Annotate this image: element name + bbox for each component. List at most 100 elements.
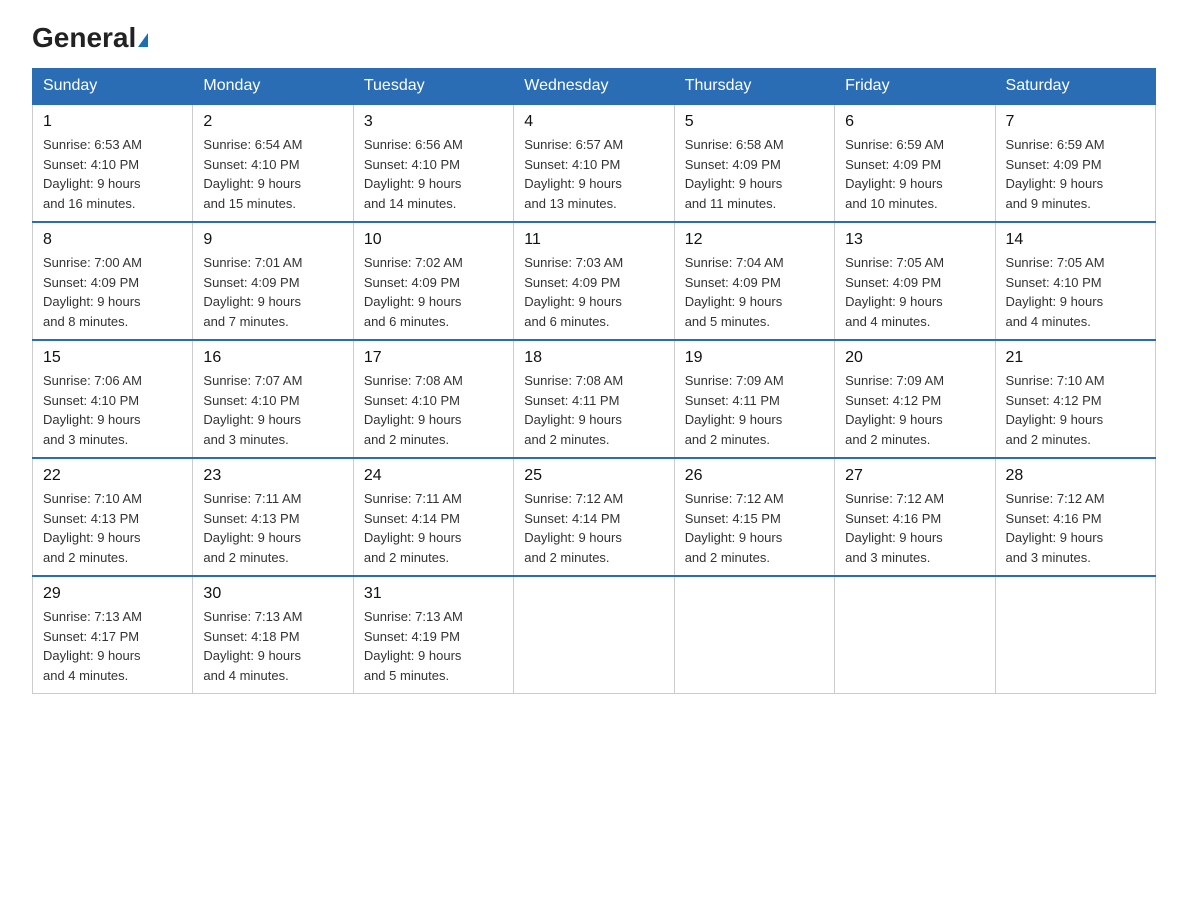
calendar-day-cell: 24 Sunrise: 7:11 AMSunset: 4:14 PMDayligh… [353, 458, 513, 576]
day-info: Sunrise: 7:08 AMSunset: 4:10 PMDaylight:… [364, 371, 503, 449]
day-number: 18 [524, 349, 663, 367]
calendar-day-cell [835, 576, 995, 694]
calendar-day-cell: 18 Sunrise: 7:08 AMSunset: 4:11 PMDayligh… [514, 340, 674, 458]
logo-triangle-icon [138, 33, 148, 47]
day-info: Sunrise: 7:08 AMSunset: 4:11 PMDaylight:… [524, 371, 663, 449]
day-number: 15 [43, 349, 182, 367]
calendar-day-cell: 13 Sunrise: 7:05 AMSunset: 4:09 PMDayligh… [835, 222, 995, 340]
day-number: 23 [203, 467, 342, 485]
day-number: 27 [845, 467, 984, 485]
calendar-day-cell: 30 Sunrise: 7:13 AMSunset: 4:18 PMDayligh… [193, 576, 353, 694]
day-number: 3 [364, 113, 503, 131]
weekday-header-row: SundayMondayTuesdayWednesdayThursdayFrid… [33, 69, 1156, 105]
day-number: 8 [43, 231, 182, 249]
calendar-day-cell [514, 576, 674, 694]
day-info: Sunrise: 7:12 AMSunset: 4:15 PMDaylight:… [685, 489, 824, 567]
day-info: Sunrise: 7:12 AMSunset: 4:14 PMDaylight:… [524, 489, 663, 567]
day-number: 10 [364, 231, 503, 249]
day-number: 31 [364, 585, 503, 603]
calendar-day-cell: 9 Sunrise: 7:01 AMSunset: 4:09 PMDaylight… [193, 222, 353, 340]
day-number: 11 [524, 231, 663, 249]
day-number: 22 [43, 467, 182, 485]
day-number: 9 [203, 231, 342, 249]
calendar-day-cell: 5Sunrise: 6:58 AMSunset: 4:09 PMDaylight… [674, 104, 834, 222]
day-number: 5 [685, 113, 824, 131]
calendar-day-cell: 27 Sunrise: 7:12 AMSunset: 4:16 PMDayligh… [835, 458, 995, 576]
calendar-week-row: 29 Sunrise: 7:13 AMSunset: 4:17 PMDayligh… [33, 576, 1156, 694]
calendar-day-cell: 29 Sunrise: 7:13 AMSunset: 4:17 PMDayligh… [33, 576, 193, 694]
day-info: Sunrise: 7:12 AMSunset: 4:16 PMDaylight:… [1006, 489, 1145, 567]
day-info: Sunrise: 6:57 AMSunset: 4:10 PMDaylight:… [524, 135, 663, 213]
day-number: 24 [364, 467, 503, 485]
day-info: Sunrise: 6:56 AMSunset: 4:10 PMDaylight:… [364, 135, 503, 213]
day-info: Sunrise: 7:13 AMSunset: 4:18 PMDaylight:… [203, 607, 342, 685]
calendar-day-cell: 10 Sunrise: 7:02 AMSunset: 4:09 PMDayligh… [353, 222, 513, 340]
day-number: 1 [43, 113, 182, 131]
calendar-day-cell: 2 Sunrise: 6:54 AMSunset: 4:10 PMDaylight… [193, 104, 353, 222]
day-number: 28 [1006, 467, 1145, 485]
calendar-day-cell: 12 Sunrise: 7:04 AMSunset: 4:09 PMDayligh… [674, 222, 834, 340]
calendar-day-cell: 19 Sunrise: 7:09 AMSunset: 4:11 PMDayligh… [674, 340, 834, 458]
calendar-day-cell: 26 Sunrise: 7:12 AMSunset: 4:15 PMDayligh… [674, 458, 834, 576]
day-number: 16 [203, 349, 342, 367]
weekday-header-friday: Friday [835, 69, 995, 105]
day-number: 4 [524, 113, 663, 131]
weekday-header-sunday: Sunday [33, 69, 193, 105]
day-info: Sunrise: 7:13 AMSunset: 4:17 PMDaylight:… [43, 607, 182, 685]
day-number: 29 [43, 585, 182, 603]
logo: General [32, 24, 148, 50]
calendar-week-row: 8Sunrise: 7:00 AMSunset: 4:09 PMDaylight… [33, 222, 1156, 340]
calendar-day-cell: 22 Sunrise: 7:10 AMSunset: 4:13 PMDayligh… [33, 458, 193, 576]
day-number: 19 [685, 349, 824, 367]
calendar-week-row: 1 Sunrise: 6:53 AMSunset: 4:10 PMDaylight… [33, 104, 1156, 222]
day-info: Sunrise: 7:05 AMSunset: 4:10 PMDaylight:… [1006, 253, 1145, 331]
day-info: Sunrise: 7:04 AMSunset: 4:09 PMDaylight:… [685, 253, 824, 331]
calendar-week-row: 22 Sunrise: 7:10 AMSunset: 4:13 PMDayligh… [33, 458, 1156, 576]
day-info: Sunrise: 7:09 AMSunset: 4:12 PMDaylight:… [845, 371, 984, 449]
day-number: 2 [203, 113, 342, 131]
day-number: 17 [364, 349, 503, 367]
weekday-header-monday: Monday [193, 69, 353, 105]
day-number: 30 [203, 585, 342, 603]
calendar-day-cell: 28 Sunrise: 7:12 AMSunset: 4:16 PMDayligh… [995, 458, 1155, 576]
page-header: General [32, 24, 1156, 50]
weekday-header-tuesday: Tuesday [353, 69, 513, 105]
day-info: Sunrise: 6:53 AMSunset: 4:10 PMDaylight:… [43, 135, 182, 213]
day-info: Sunrise: 7:03 AMSunset: 4:09 PMDaylight:… [524, 253, 663, 331]
day-number: 12 [685, 231, 824, 249]
logo-text: General [32, 24, 148, 52]
day-number: 20 [845, 349, 984, 367]
day-info: Sunrise: 7:11 AMSunset: 4:13 PMDaylight:… [203, 489, 342, 567]
day-info: Sunrise: 7:01 AMSunset: 4:09 PMDaylight:… [203, 253, 342, 331]
day-info: Sunrise: 6:59 AMSunset: 4:09 PMDaylight:… [845, 135, 984, 213]
day-info: Sunrise: 7:02 AMSunset: 4:09 PMDaylight:… [364, 253, 503, 331]
calendar-day-cell: 15Sunrise: 7:06 AMSunset: 4:10 PMDayligh… [33, 340, 193, 458]
day-info: Sunrise: 7:10 AMSunset: 4:13 PMDaylight:… [43, 489, 182, 567]
day-number: 14 [1006, 231, 1145, 249]
day-info: Sunrise: 7:11 AMSunset: 4:14 PMDaylight:… [364, 489, 503, 567]
day-info: Sunrise: 7:09 AMSunset: 4:11 PMDaylight:… [685, 371, 824, 449]
day-info: Sunrise: 7:12 AMSunset: 4:16 PMDaylight:… [845, 489, 984, 567]
day-info: Sunrise: 6:59 AMSunset: 4:09 PMDaylight:… [1006, 135, 1145, 213]
calendar-day-cell: 4 Sunrise: 6:57 AMSunset: 4:10 PMDaylight… [514, 104, 674, 222]
day-info: Sunrise: 6:54 AMSunset: 4:10 PMDaylight:… [203, 135, 342, 213]
calendar-day-cell: 3 Sunrise: 6:56 AMSunset: 4:10 PMDaylight… [353, 104, 513, 222]
calendar-day-cell: 31Sunrise: 7:13 AMSunset: 4:19 PMDayligh… [353, 576, 513, 694]
calendar-day-cell: 6 Sunrise: 6:59 AMSunset: 4:09 PMDaylight… [835, 104, 995, 222]
weekday-header-wednesday: Wednesday [514, 69, 674, 105]
day-number: 6 [845, 113, 984, 131]
weekday-header-saturday: Saturday [995, 69, 1155, 105]
day-number: 21 [1006, 349, 1145, 367]
day-number: 7 [1006, 113, 1145, 131]
day-number: 13 [845, 231, 984, 249]
day-info: Sunrise: 7:07 AMSunset: 4:10 PMDaylight:… [203, 371, 342, 449]
calendar-table: SundayMondayTuesdayWednesdayThursdayFrid… [32, 68, 1156, 694]
calendar-day-cell: 25Sunrise: 7:12 AMSunset: 4:14 PMDayligh… [514, 458, 674, 576]
weekday-header-thursday: Thursday [674, 69, 834, 105]
calendar-day-cell: 16 Sunrise: 7:07 AMSunset: 4:10 PMDayligh… [193, 340, 353, 458]
calendar-day-cell: 23 Sunrise: 7:11 AMSunset: 4:13 PMDayligh… [193, 458, 353, 576]
calendar-day-cell [674, 576, 834, 694]
day-number: 26 [685, 467, 824, 485]
day-info: Sunrise: 7:10 AMSunset: 4:12 PMDaylight:… [1006, 371, 1145, 449]
day-info: Sunrise: 7:05 AMSunset: 4:09 PMDaylight:… [845, 253, 984, 331]
